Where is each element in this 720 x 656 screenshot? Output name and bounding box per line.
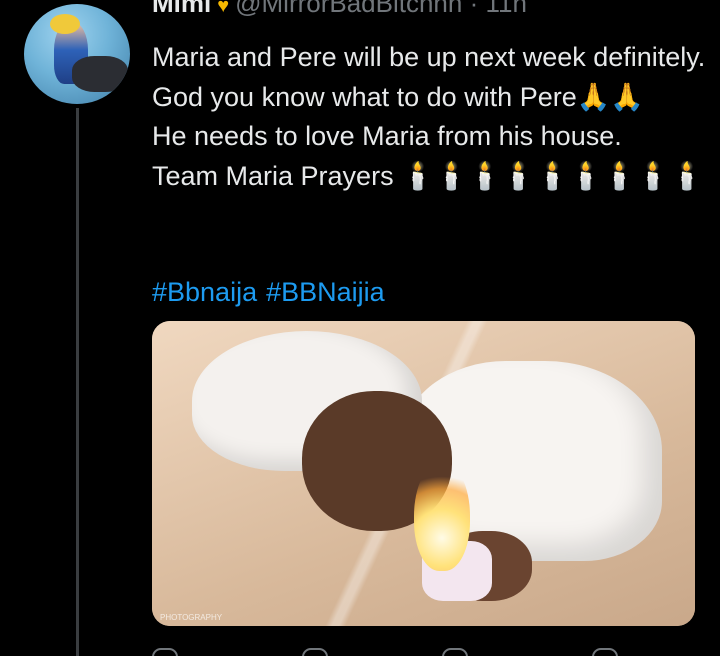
avatar-motorbike [72,56,128,92]
display-name[interactable]: Mimi [152,0,211,18]
hashtags: #Bbnaija #BBNaijia [152,274,394,310]
tweet-actions [152,648,672,656]
tweet-media-image[interactable]: PHOTOGRAPHY [152,321,695,626]
tweet-line: Team Maria Prayers 🕯️🕯️🕯️🕯️🕯️🕯️🕯️🕯️🕯️ [152,160,704,191]
timestamp[interactable]: 11h [485,0,526,18]
reply-icon[interactable] [152,648,178,656]
image-flame [414,461,470,571]
like-icon[interactable] [442,648,468,656]
tweet-line: Maria and Pere will be up next week defi… [152,42,706,112]
heart-badge-icon: ♥ [217,0,230,17]
avatar[interactable] [24,4,130,104]
thread-line [76,108,79,656]
handle[interactable]: @MirrorBadBitchhh [235,0,462,18]
retweet-icon[interactable] [302,648,328,656]
tweet-line: He needs to love Maria from his house. [152,121,622,151]
hashtag-link[interactable]: #BBNaijia [266,277,385,307]
avatar-hair [50,14,80,34]
tweet-header: Mimi ♥ @MirrorBadBitchhh · 11h [152,0,527,18]
tweet-text: Maria and Pere will be up next week defi… [152,38,712,196]
hashtag-link[interactable]: #Bbnaija [152,277,257,307]
share-icon[interactable] [592,648,618,656]
image-watermark: PHOTOGRAPHY [160,613,223,622]
